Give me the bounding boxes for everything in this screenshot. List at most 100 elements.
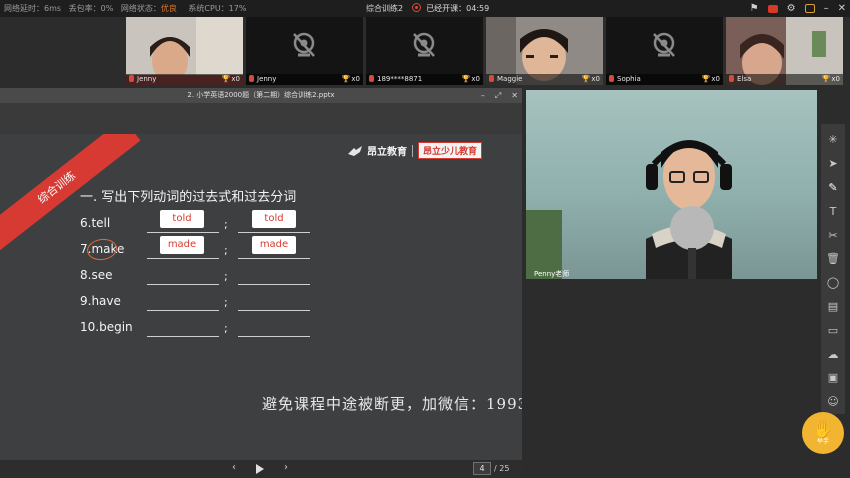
trophy-count: 🏆x0 xyxy=(822,74,840,85)
trophy-value: x0 xyxy=(471,75,480,83)
class-name: 综合训练2 xyxy=(366,4,404,13)
mic-icon xyxy=(129,75,134,82)
trophy-count: 🏆x0 xyxy=(582,74,600,85)
toolbox-icon[interactable]: ▣ xyxy=(821,366,845,390)
answer-line xyxy=(147,258,219,259)
scissors-icon[interactable]: ✂ xyxy=(821,223,845,247)
video-icon[interactable] xyxy=(767,4,778,13)
slide-canvas: 综合训练 昂立教育 昂立少儿教育 一. 写出下列动词的过去式和过去分词 6.te… xyxy=(0,134,522,471)
cpu-text: 系统CPU：17% xyxy=(188,4,247,13)
separator: ; xyxy=(224,296,228,309)
users-icon[interactable]: ☺ xyxy=(821,390,845,414)
next-slide-button[interactable]: › xyxy=(284,462,288,473)
student-name: Jenny xyxy=(257,75,277,83)
trophy-icon: 🏆 xyxy=(341,75,351,83)
camera-off-icon xyxy=(413,32,435,57)
network-stats: 网络延时：6ms 丢包率：0% 网络状态：优良 系统CPU：17% xyxy=(4,0,251,17)
cloud-icon[interactable]: ☁ xyxy=(821,342,845,366)
minimize-icon[interactable]: – xyxy=(481,88,485,103)
logo-tag: 昂立少儿教育 xyxy=(418,142,483,159)
trophy-icon: 🏆 xyxy=(581,75,591,83)
student-label: Elsa 🏆x0 xyxy=(726,74,843,85)
slide-nav-bar: ‹ › 4 / 25 xyxy=(0,460,522,478)
student-label: Sophia 🏆x0 xyxy=(606,74,723,85)
student-tile[interactable]: Maggie 🏆x0 xyxy=(486,17,603,85)
brand-logo: 昂立教育 昂立少儿教育 xyxy=(348,142,483,159)
laser-pointer-icon[interactable]: ✳ xyxy=(821,128,845,152)
student-tile[interactable]: Jenny 🏆x0 xyxy=(246,17,363,85)
teacher-figure xyxy=(646,140,732,279)
latency-text: 网络延时：6ms xyxy=(4,4,62,13)
exercise-word: 8.see xyxy=(80,268,113,282)
exercise-word: 6.tell xyxy=(80,216,111,230)
chat-icon[interactable]: ▭ xyxy=(821,318,845,342)
slide-window-titlebar: 2. 小学英语2000题（第二期）综合训练2.pptx – ⤢ ✕ xyxy=(0,88,522,103)
prev-slide-button[interactable]: ‹ xyxy=(232,462,236,473)
hand-icon: ✋ xyxy=(812,420,834,440)
close-icon[interactable]: ✕ xyxy=(838,0,846,17)
exercise-row: 7.make made ; made xyxy=(80,236,310,262)
trophy-value: x0 xyxy=(591,75,600,83)
play-button[interactable] xyxy=(256,464,264,474)
answer-line xyxy=(147,336,219,337)
minimize-icon[interactable]: – xyxy=(824,0,829,17)
separator: ; xyxy=(224,270,228,283)
answer-box[interactable]: made xyxy=(252,236,296,254)
trophy-count: 🏆x0 xyxy=(702,74,720,85)
close-icon[interactable]: ✕ xyxy=(511,88,518,103)
answer-line xyxy=(238,232,310,233)
text-tool-icon[interactable]: T xyxy=(821,199,845,223)
student-name: 189****8871 xyxy=(377,75,423,83)
student-label: Maggie 🏆x0 xyxy=(486,74,603,85)
expand-icon[interactable]: ⤢ xyxy=(495,88,501,103)
handwritten-circle xyxy=(85,237,119,262)
recording-icon xyxy=(411,3,421,12)
trophy-value: x0 xyxy=(711,75,720,83)
page-indicator: 4 / 25 xyxy=(473,462,509,475)
exercise-row: 6.tell told ; told xyxy=(80,210,310,234)
settings-icon[interactable]: ⚙ xyxy=(787,0,796,17)
select-arrow-icon[interactable]: ➤ xyxy=(821,152,845,176)
student-tile[interactable]: Sophia 🏆x0 xyxy=(606,17,723,85)
mic-icon xyxy=(249,75,254,82)
exercise-word: 10.begin xyxy=(80,320,133,334)
pen-icon[interactable]: ✎ xyxy=(821,176,845,200)
exercise-row: 10.begin ; xyxy=(80,320,310,338)
exercise-word: 9.have xyxy=(80,294,121,308)
trophy-icon: 🏆 xyxy=(821,75,831,83)
student-tile[interactable]: Jenny 🏆x0 xyxy=(126,17,243,85)
network-label: 网络状态： xyxy=(120,4,161,13)
logo-mark-icon xyxy=(348,145,362,156)
trophy-value: x0 xyxy=(231,75,240,83)
separator: ; xyxy=(224,218,228,231)
trophy-count: 🏆x0 xyxy=(462,74,480,85)
trophy-icon: 🏆 xyxy=(461,75,471,83)
student-name: Maggie xyxy=(497,75,523,83)
elapsed-time: 已经开课：04:59 xyxy=(426,4,490,13)
student-name: Jenny xyxy=(137,75,157,83)
logo-divider xyxy=(412,144,413,157)
feedback-icon[interactable]: ⚑ xyxy=(750,0,759,17)
whiteboard-icon[interactable]: ▤ xyxy=(821,295,845,319)
page-current-input[interactable]: 4 xyxy=(473,462,491,475)
trophy-value: x0 xyxy=(351,75,360,83)
screen-icon[interactable] xyxy=(804,4,815,13)
raise-hand-button[interactable]: ✋ 举手 xyxy=(802,412,844,454)
trash-icon[interactable]: 🗑 xyxy=(821,247,845,271)
student-tile[interactable]: Elsa 🏆x0 xyxy=(726,17,843,85)
watermark-text: 避免课程中途被断更，加微信：19936100042 xyxy=(262,395,522,413)
trophy-icon: 🏆 xyxy=(701,75,711,83)
mic-icon xyxy=(489,75,494,82)
raise-hand-label: 举手 xyxy=(816,438,829,445)
student-label: 189****8871 🏆x0 xyxy=(366,74,483,85)
teacher-video[interactable]: Penny老师 xyxy=(526,90,817,279)
answer-line xyxy=(238,284,310,285)
answer-box[interactable]: made xyxy=(160,236,204,254)
answer-box[interactable]: told xyxy=(252,210,296,228)
student-tile[interactable]: 189****8871 🏆x0 xyxy=(366,17,483,85)
exercise-row: 8.see ; xyxy=(80,268,310,286)
answer-box[interactable]: told xyxy=(160,210,204,228)
exercise-heading: 一. 写出下列动词的过去式和过去分词 xyxy=(80,190,297,205)
shape-icon[interactable]: ◯ xyxy=(821,271,845,295)
separator: ; xyxy=(224,244,228,257)
